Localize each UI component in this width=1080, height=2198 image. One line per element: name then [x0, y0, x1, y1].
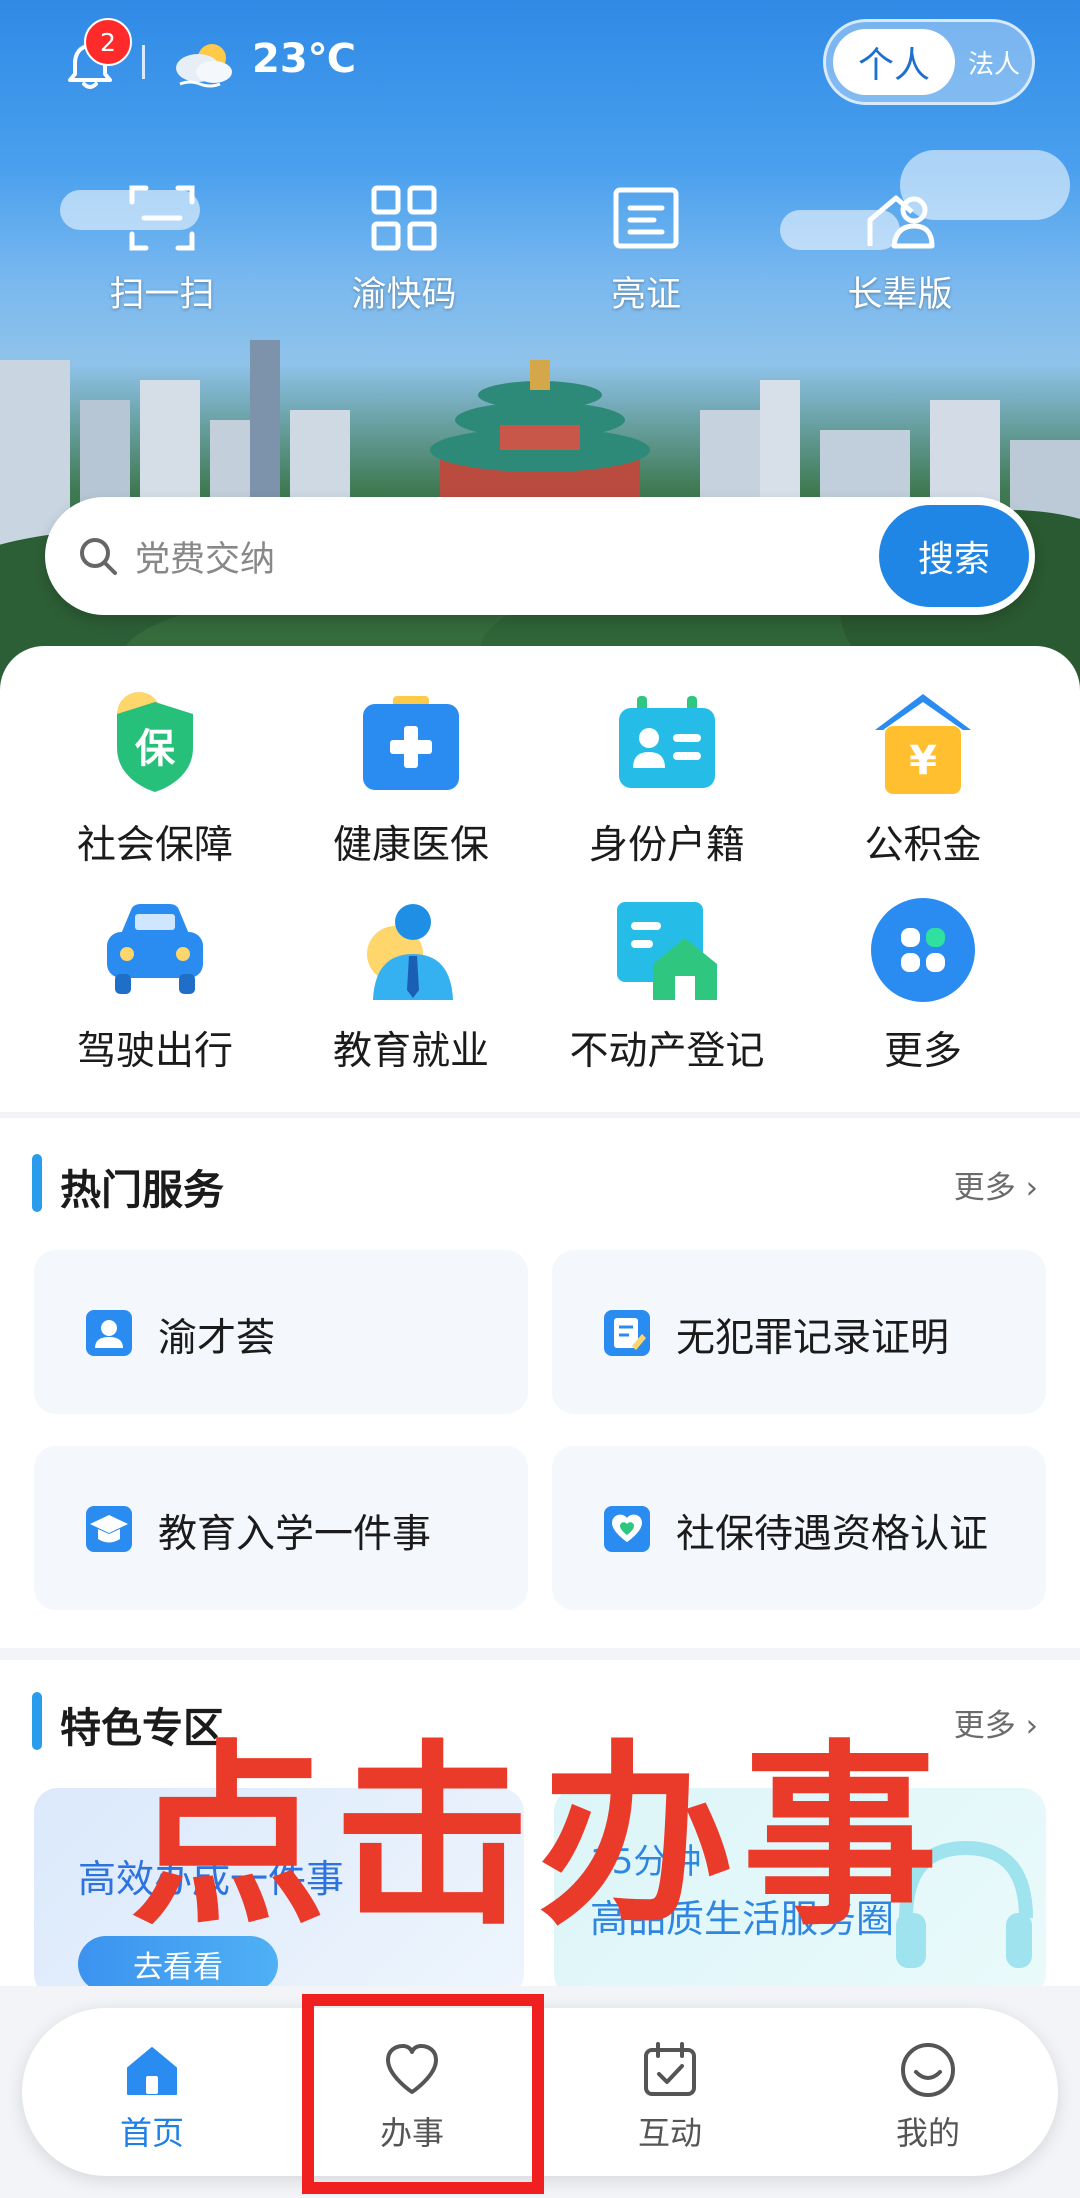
featured-more-link[interactable]: 更多 › [954, 1700, 1038, 1745]
tab-mine[interactable]: 我的 [838, 2040, 1018, 2160]
health-insurance-icon [363, 696, 459, 790]
talent-icon [86, 1310, 132, 1356]
svg-text:¥: ¥ [909, 738, 937, 784]
grid-item-label: 身份户籍 [588, 823, 745, 868]
cloudy-weather-icon [176, 44, 232, 88]
tab-interaction[interactable]: 互动 [580, 2040, 760, 2160]
divider [142, 45, 145, 79]
identity-switch[interactable]: 个人 法人 [823, 19, 1035, 105]
quick-action-label: 亮证 [610, 275, 681, 315]
quick-action-label: 长辈版 [847, 275, 953, 315]
grid-item-household-registration[interactable]: 身份户籍 [542, 688, 792, 870]
section-title: 热门服务 [60, 1166, 224, 1214]
housing-fund-icon: ¥ [875, 694, 971, 794]
section-accent-bar [32, 1692, 42, 1750]
household-registration-icon [619, 696, 715, 788]
grid-item-label: 教育就业 [332, 1029, 489, 1074]
search-input[interactable]: 党费交纳 [135, 531, 275, 582]
identity-personal-option[interactable]: 个人 [833, 29, 955, 95]
hot-services-more-link[interactable]: 更多 › [954, 1162, 1038, 1207]
hot-service-talent[interactable]: 渝才荟 [34, 1250, 528, 1414]
grid-item-label: 不动产登记 [569, 1029, 765, 1074]
smiley-icon [901, 2043, 955, 2097]
grid-item-social-security[interactable]: 保 社会保障 [30, 688, 280, 870]
car-icon [107, 904, 203, 994]
hot-service-label: 无犯罪记录证明 [676, 1316, 950, 1361]
certificate-icon [604, 1310, 650, 1356]
grid-item-housing-fund[interactable]: ¥ 公积金 [798, 688, 1048, 870]
grid-item-driving[interactable]: 驾驶出行 [30, 894, 280, 1076]
heart-shield-icon [604, 1506, 650, 1552]
section-accent-bar [32, 1154, 42, 1212]
quick-action-scan[interactable]: 扫一扫 [62, 180, 262, 340]
grid-item-label: 驾驶出行 [76, 1029, 233, 1074]
tab-home[interactable]: 首页 [62, 2040, 242, 2160]
elder-mode-icon [867, 195, 935, 249]
service-grid: 保 社会保障 健康医保 身份户籍 ¥ 公积金 驾驶出行 教育就业 不动产登记 更… [0, 646, 1080, 1112]
search-button[interactable]: 搜索 [879, 505, 1029, 607]
identity-legal-option[interactable]: 法人 [958, 29, 1030, 95]
hot-service-education-enrollment[interactable]: 教育入学一件事 [34, 1446, 528, 1610]
svg-text:保: 保 [135, 726, 176, 772]
grid-item-label: 更多 [883, 1029, 962, 1074]
more-apps-icon [871, 898, 975, 1002]
quick-action-id-card[interactable]: 亮证 [546, 180, 746, 340]
hot-service-label: 教育入学一件事 [158, 1512, 432, 1557]
calendar-check-icon [644, 2042, 696, 2096]
hero-banner: 2 23℃ 个人 法人 扫一扫 渝快码 亮证 长辈版 党费交纳 搜索 [0, 0, 1080, 700]
hot-services-section: 热门服务 更多 › 渝才荟 无犯罪记录证明 教育入学一件事 社保待遇资格认证 [0, 1118, 1080, 1648]
hot-service-no-criminal-record[interactable]: 无犯罪记录证明 [552, 1250, 1046, 1414]
quick-action-qr-code[interactable]: 渝快码 [304, 180, 504, 340]
quick-action-label: 扫一扫 [109, 275, 215, 315]
grid-item-health-insurance[interactable]: 健康医保 [286, 688, 536, 870]
quick-action-elder-mode[interactable]: 长辈版 [800, 180, 1000, 340]
notification-badge: 2 [84, 18, 132, 66]
hot-service-label: 渝才荟 [158, 1316, 276, 1361]
graduation-cap-icon [86, 1506, 132, 1552]
grid-item-label: 社会保障 [76, 823, 233, 868]
grid-item-label: 健康医保 [332, 823, 489, 868]
search-icon [80, 538, 117, 575]
search-bar[interactable]: 党费交纳 搜索 [45, 497, 1035, 615]
instruction-overlay-text: 点击办事 [130, 1724, 947, 1952]
tap-highlight-box [302, 1994, 544, 2194]
id-card-icon [613, 187, 679, 249]
grid-item-education-employment[interactable]: 教育就业 [286, 894, 536, 1076]
grid-item-more[interactable]: 更多 [798, 894, 1048, 1076]
grid-item-real-estate[interactable]: 不动产登记 [542, 894, 792, 1076]
grid-item-label: 公积金 [864, 823, 982, 868]
tab-label: 互动 [637, 2114, 702, 2152]
home-icon [127, 2047, 177, 2095]
qr-code-icon [371, 185, 437, 251]
social-security-icon: 保 [117, 692, 193, 792]
hot-service-label: 社保待遇资格认证 [676, 1512, 989, 1557]
quick-action-label: 渝快码 [351, 275, 457, 315]
hot-service-social-security-certification[interactable]: 社保待遇资格认证 [552, 1446, 1046, 1610]
tab-label: 首页 [119, 2114, 184, 2152]
tab-label: 我的 [895, 2114, 960, 2152]
education-employment-icon [367, 904, 453, 1000]
scan-icon [129, 185, 195, 251]
real-estate-icon [617, 902, 717, 1000]
temperature: 23℃ [252, 36, 357, 82]
